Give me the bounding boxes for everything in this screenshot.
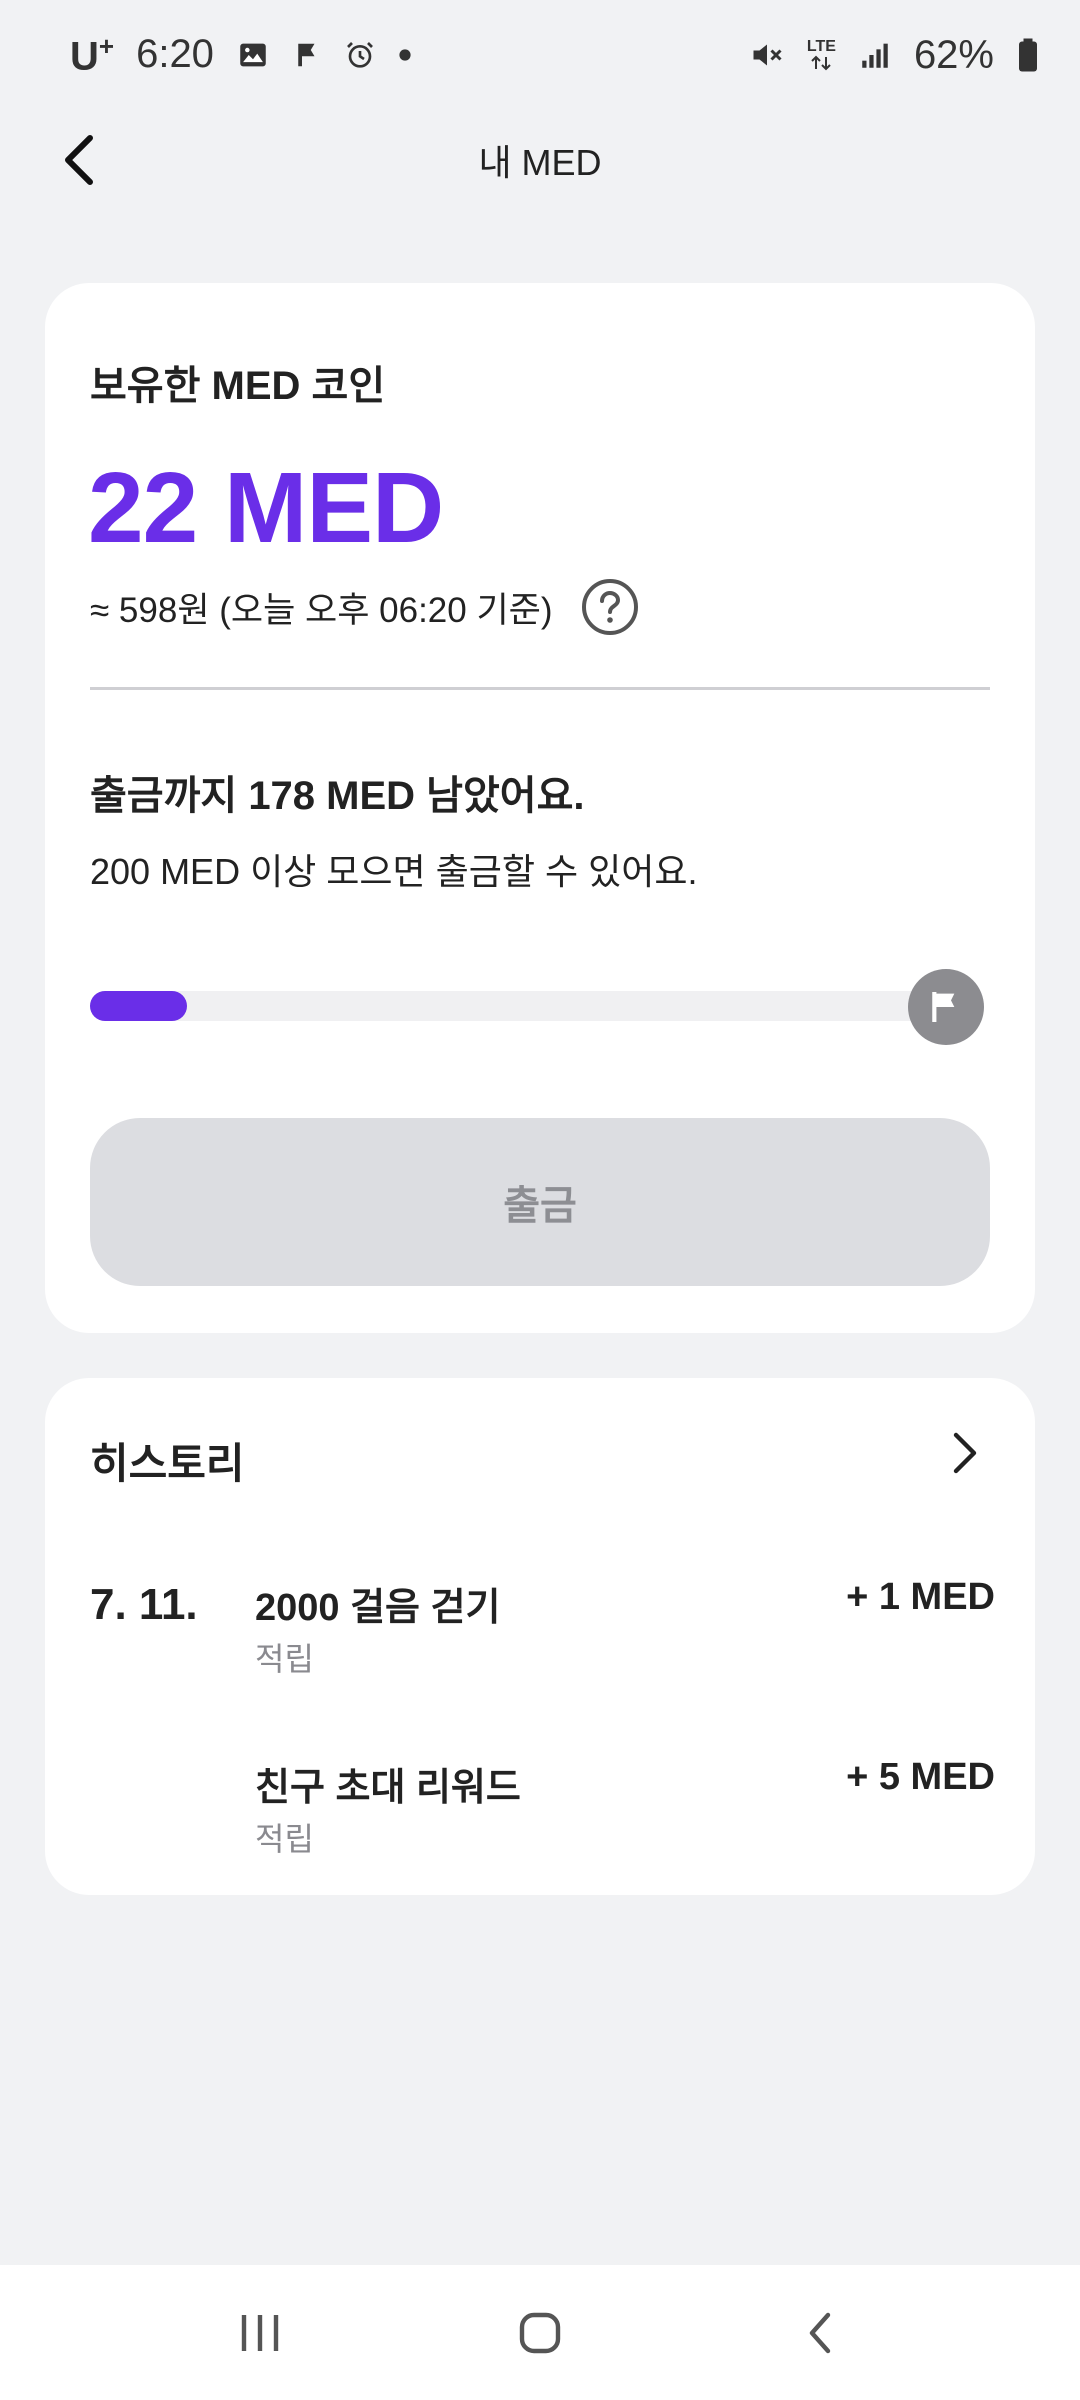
history-item-name: 2000 걸음 걷기 [255,1587,501,1629]
chevron-right-icon [953,1432,977,1474]
status-time: 6:20 [136,32,214,77]
history-item-amount: + 1 MED [846,1576,995,1618]
lte-icon: LTE [807,39,836,71]
page-title: 내 MED [478,142,602,183]
remaining-title: 출금까지 178 MED 남았어요. [90,774,585,818]
carrier-name: U [70,34,99,79]
system-nav-bar [0,2265,1080,2400]
question-circle-icon[interactable] [581,578,639,636]
status-bar: U+ 6:20 LTE 62% [0,0,1080,110]
system-back-icon [809,2312,831,2353]
battery-icon [1016,37,1040,73]
home-button[interactable] [495,2293,585,2373]
withdraw-button[interactable]: 출금 [90,1118,990,1286]
goal-flag [908,969,984,1045]
divider [90,687,990,690]
back-button[interactable] [50,130,110,190]
mute-icon [749,37,785,73]
recent-apps-icon [241,2314,279,2351]
history-item-amount: + 5 MED [846,1756,995,1798]
remaining-description: 200 MED 이상 모으면 출금할 수 있어요. [90,851,698,892]
battery-percent: 62% [913,32,994,77]
history-item: 2000 걸음 걷기 적립 + 1 MED [255,1576,995,1686]
system-back-button[interactable] [775,2293,865,2373]
withdraw-progress-bar [90,991,970,1021]
back-arrow-icon [65,135,93,185]
dot-icon [398,48,412,62]
app-header: 내 MED [0,110,1080,210]
history-card: 히스토리 7. 11. 2000 걸음 걷기 적립 + 1 MED 친구 초대 … [45,1378,1035,1895]
progress-fill [90,991,187,1021]
status-left: U+ 6:20 [70,31,412,79]
recent-apps-button[interactable] [215,2293,305,2373]
fiat-row: ≈ 598원 (오늘 오후 06:20 기준) [90,578,639,636]
balance-value: 22 MED [88,452,444,564]
gallery-icon [236,38,270,72]
history-title: 히스토리 [90,1440,245,1487]
home-icon [519,2312,561,2353]
signal-icon [858,38,892,72]
history-item-type: 적립 [255,1821,314,1857]
carrier-label: U+ [70,31,114,79]
history-date: 7. 11. [90,1580,198,1629]
flag-notification-icon [292,40,322,70]
history-item-name: 친구 초대 리워드 [255,1767,521,1809]
network-label: LTE [806,38,836,55]
fiat-value: ≈ 598원 (오늘 오후 06:20 기준) [90,590,553,630]
balance-card: 보유한 MED 코인 22 MED ≈ 598원 (오늘 오후 06:20 기준… [45,283,1035,1333]
history-item: 친구 초대 리워드 적립 + 5 MED [255,1756,995,1866]
balance-label: 보유한 MED 코인 [90,364,386,408]
flag-icon [932,992,955,1022]
carrier-plus: + [98,30,115,61]
history-more-button[interactable] [940,1423,990,1483]
alarm-icon [344,39,376,71]
status-right: LTE 62% [749,33,1040,78]
history-item-type: 적립 [255,1641,314,1677]
